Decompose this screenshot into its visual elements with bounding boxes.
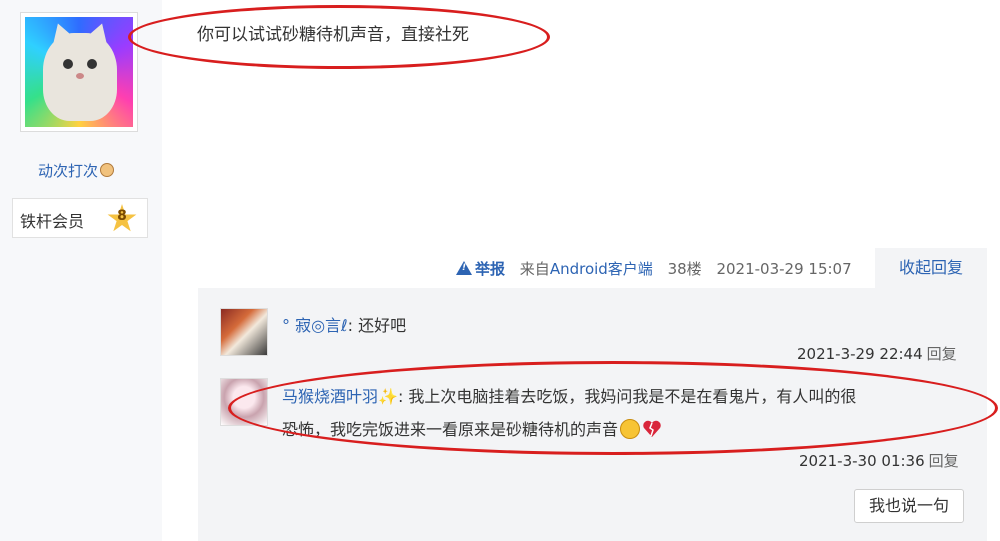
reply-text-line2: 恐怖，我吃完饭进来一看原来是砂糖待机的声音: [282, 420, 619, 439]
reply-avatar[interactable]: [220, 308, 268, 356]
level-number: 8: [117, 208, 127, 224]
member-badge[interactable]: 铁杆会员 8: [12, 198, 148, 238]
reply-username[interactable]: 马猴烧酒叶羽✨: [282, 387, 398, 406]
reply-meta: 2021-3-30 01:36 回复: [799, 450, 959, 471]
username-link[interactable]: 动次打次: [38, 160, 115, 181]
reply-item: ° 寂◎言ℓ: 还好吧: [282, 312, 406, 336]
reply-username[interactable]: ° 寂◎言ℓ: [282, 316, 348, 335]
floor-number: 38楼: [667, 260, 702, 278]
emoji-face-icon: [100, 163, 115, 177]
reply-time: 2021-3-30 01:36: [799, 452, 925, 470]
collapse-replies-button[interactable]: 收起回复: [875, 248, 987, 288]
user-avatar[interactable]: [20, 12, 138, 132]
username-text: 动次打次: [38, 162, 99, 180]
client-link[interactable]: Android客户端: [550, 260, 653, 278]
reply-text: : 还好吧: [347, 316, 407, 335]
reply-avatar[interactable]: [220, 378, 268, 426]
reply-item: 马猴烧酒叶羽✨: 我上次电脑挂着去吃饭，我妈问我是不是在看鬼片，有人叫的很: [282, 383, 856, 407]
add-reply-button[interactable]: 我也说一句: [854, 489, 964, 523]
post-timestamp: 2021-03-29 15:07: [716, 260, 852, 278]
smile-emoji-icon: [620, 419, 641, 439]
reply-time: 2021-3-29 22:44: [797, 345, 923, 363]
warning-icon: [456, 261, 472, 275]
post-meta: 举报 来自Android客户端 38楼 2021-03-29 15:07: [456, 258, 862, 279]
reply-meta: 2021-3-29 22:44 回复: [797, 343, 957, 364]
cat-illustration: [43, 19, 117, 121]
post-content: 你可以试试砂糖待机声音，直接社死: [197, 25, 469, 45]
reply-link[interactable]: 回复: [927, 345, 957, 363]
source-client: 来自Android客户端: [519, 260, 653, 278]
reply-text-line1: : 我上次电脑挂着去吃饭，我妈问我是不是在看鬼片，有人叫的很: [397, 387, 857, 406]
member-title: 铁杆会员: [20, 212, 85, 231]
report-link[interactable]: 举报: [456, 260, 505, 278]
avatar-image: [25, 17, 133, 127]
reply-link[interactable]: 回复: [929, 452, 959, 470]
reply-item-continued: 恐怖，我吃完饭进来一看原来是砂糖待机的声音: [282, 416, 662, 440]
broken-heart-icon: [643, 420, 661, 437]
